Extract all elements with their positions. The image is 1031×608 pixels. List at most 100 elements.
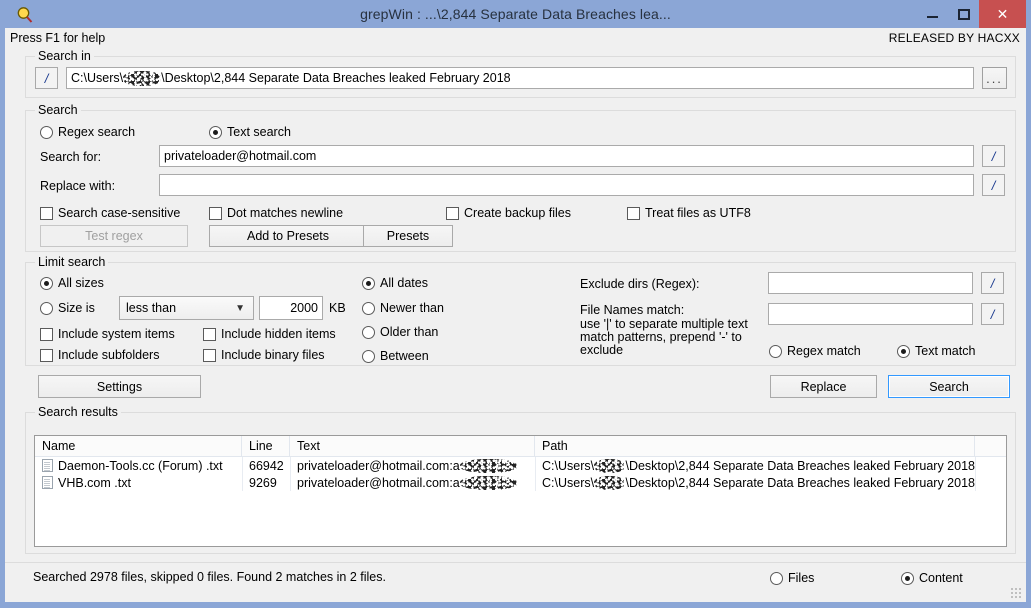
help-bar: Press F1 for help RELEASED BY HACXX	[5, 28, 1026, 47]
cell-path-prefix: C:\Users\	[542, 458, 595, 473]
radio-files-mode-label: Files	[788, 571, 815, 585]
checkbox-include-binary-files[interactable]: Include binary files	[203, 348, 325, 362]
radio-regex-search[interactable]: Regex search	[40, 125, 135, 139]
size-value-input[interactable]: 2000	[259, 296, 323, 320]
table-row[interactable]: VHB.com .txt 9269 privateloader@hotmail.…	[35, 474, 1006, 491]
add-to-presets-button[interactable]: Add to Presets	[209, 225, 367, 247]
presets-button[interactable]: Presets	[363, 225, 453, 247]
checkbox-search-case-sensitive[interactable]: Search case-sensitive	[40, 206, 180, 220]
checkbox-create-backup-files[interactable]: Create backup files	[446, 206, 571, 220]
search-path-suffix: \Desktop\2,844 Separate Data Breaches le…	[161, 71, 511, 85]
radio-regex-match-indicator	[769, 344, 782, 358]
exclude-dirs-regex-button[interactable]: /	[981, 272, 1004, 294]
radio-all-dates[interactable]: All dates	[362, 276, 428, 290]
checkbox-include-subfolders[interactable]: Include subfolders	[40, 348, 159, 362]
search-group: Search Regex search Text search Search f…	[25, 103, 1016, 252]
cell-name-text: Daemon-Tools.cc (Forum) .txt	[58, 458, 223, 473]
radio-regex-match[interactable]: Regex match	[769, 344, 861, 358]
radio-size-is[interactable]: Size is	[40, 301, 95, 315]
cell-line: 9269	[249, 475, 277, 490]
redaction-username	[594, 458, 626, 473]
file-names-hint-line-3: exclude	[580, 343, 624, 357]
search-in-group: Search in / C:\Users\ \Desktop\2,844 Sepa…	[25, 49, 1016, 98]
cell-name: Daemon-Tools.cc (Forum) .txt	[35, 457, 242, 474]
search-results-group: Search results Name Line Text Path Daemo…	[25, 405, 1016, 554]
search-for-regex-button[interactable]: /	[982, 145, 1005, 167]
checkbox-include-system-items[interactable]: Include system items	[40, 327, 175, 341]
title-bar[interactable]: grepWin : ...\2,844 Separate Data Breach…	[5, 0, 1026, 28]
file-names-regex-button[interactable]: /	[981, 303, 1004, 325]
search-in-regex-toggle-button[interactable]: /	[35, 67, 58, 89]
radio-all-dates-indicator	[362, 276, 375, 290]
exclude-dirs-label: Exclude dirs (Regex):	[580, 277, 700, 291]
cell-text: privateloader@hotmail.com:a	[290, 457, 535, 474]
cell-line: 66942	[249, 458, 284, 473]
search-for-input[interactable]: privateloader@hotmail.com	[159, 145, 974, 167]
column-header-extra[interactable]	[975, 436, 1005, 456]
window-controls: ✕	[917, 0, 1026, 28]
cell-text: privateloader@hotmail.com:a	[290, 474, 535, 491]
exclude-dirs-input[interactable]	[768, 272, 973, 294]
column-header-text[interactable]: Text	[290, 436, 535, 456]
browse-folder-button[interactable]: ...	[982, 67, 1007, 89]
checkbox-dot-matches-newline[interactable]: Dot matches newline	[209, 206, 343, 220]
minimize-button[interactable]	[917, 0, 948, 28]
replace-with-input[interactable]	[159, 174, 974, 196]
size-comparator-select[interactable]: less than ▼	[119, 296, 254, 320]
test-regex-button[interactable]: Test regex	[40, 225, 188, 247]
radio-text-match[interactable]: Text match	[897, 344, 975, 358]
grepwin-window: grepWin : ...\2,844 Separate Data Breach…	[0, 0, 1031, 608]
radio-size-is-label: Size is	[58, 301, 95, 315]
radio-content-mode[interactable]: Content	[901, 571, 963, 585]
search-button[interactable]: Search	[888, 375, 1010, 398]
maximize-button[interactable]	[948, 0, 979, 28]
radio-text-search[interactable]: Text search	[209, 125, 291, 139]
search-path-input[interactable]: C:\Users\ \Desktop\2,844 Separate Data Br…	[66, 67, 974, 89]
radio-older-than[interactable]: Older than	[362, 325, 438, 339]
replace-button[interactable]: Replace	[770, 375, 877, 398]
checkbox-include-hidden-items-label: Include hidden items	[221, 327, 336, 341]
redaction-username	[123, 70, 162, 86]
radio-newer-than[interactable]: Newer than	[362, 301, 444, 315]
radio-regex-search-label: Regex search	[58, 125, 136, 139]
radio-between[interactable]: Between	[362, 349, 429, 363]
search-in-group-title: Search in	[35, 49, 94, 63]
radio-text-match-indicator	[897, 344, 910, 358]
resize-grip-icon[interactable]	[1010, 587, 1022, 599]
maximize-icon	[957, 8, 970, 20]
radio-all-sizes[interactable]: All sizes	[40, 276, 104, 290]
search-group-title: Search	[35, 103, 81, 117]
cell-path: C:\Users\ \Desktop\2,844 Separate Data Br…	[535, 457, 975, 474]
column-header-name[interactable]: Name	[35, 436, 242, 456]
replace-with-regex-button[interactable]: /	[982, 174, 1005, 196]
grid-line	[975, 457, 976, 491]
column-header-path[interactable]: Path	[535, 436, 975, 456]
radio-files-mode[interactable]: Files	[770, 571, 814, 585]
limit-search-group-title: Limit search	[35, 255, 109, 269]
cell-text-value: privateloader@hotmail.com:a	[297, 475, 460, 490]
search-results-group-title: Search results	[35, 405, 121, 419]
checkbox-treat-files-as-utf8[interactable]: Treat files as UTF8	[627, 206, 751, 220]
radio-older-than-indicator	[362, 325, 375, 339]
radio-all-sizes-label: All sizes	[58, 276, 104, 290]
cell-name: VHB.com .txt	[35, 474, 242, 491]
table-row[interactable]: Daemon-Tools.cc (Forum) .txt 66942 priva…	[35, 457, 1006, 474]
radio-regex-match-label: Regex match	[787, 344, 861, 358]
file-names-hint-line-2: match patterns, prepend '-' to	[580, 330, 742, 344]
settings-button[interactable]: Settings	[38, 375, 201, 398]
close-button[interactable]: ✕	[979, 0, 1026, 28]
checkbox-treat-files-as-utf8-box	[627, 206, 640, 220]
file-names-match-label: File Names match:	[580, 303, 685, 317]
cell-extra	[975, 474, 1005, 491]
cell-extra	[975, 457, 1005, 474]
column-header-line[interactable]: Line	[242, 436, 290, 456]
checkbox-include-hidden-items[interactable]: Include hidden items	[203, 327, 336, 341]
file-names-hint-line-1: use '|' to separate multiple text	[580, 317, 748, 331]
results-listview[interactable]: Name Line Text Path Daemon-Tools.cc (For…	[34, 435, 1007, 547]
radio-older-than-label: Older than	[380, 325, 439, 339]
size-unit-label: KB	[329, 301, 346, 315]
checkbox-include-binary-files-label: Include binary files	[221, 348, 325, 362]
file-names-match-input[interactable]	[768, 303, 973, 325]
help-hint: Press F1 for help	[10, 30, 106, 45]
checkbox-dot-matches-newline-box	[209, 206, 222, 220]
